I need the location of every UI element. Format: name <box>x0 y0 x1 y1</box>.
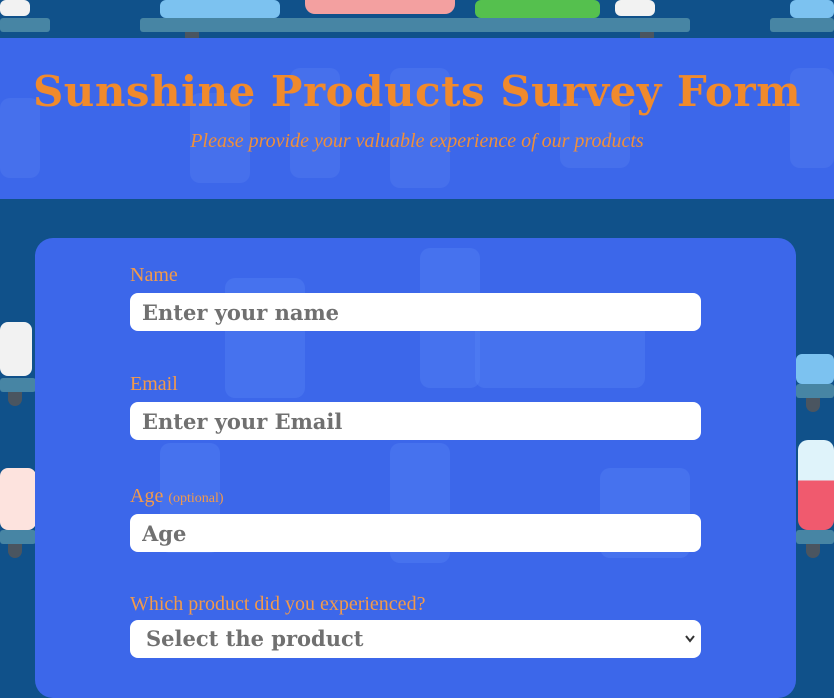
product-field-group: Which product did you experienced? Selec… <box>130 593 701 658</box>
optional-hint: (optional) <box>168 491 224 506</box>
hand-soap-image <box>798 440 834 530</box>
name-input[interactable] <box>130 293 701 331</box>
survey-form: Name Email Age (optional) Which product … <box>35 238 796 698</box>
shelf <box>0 18 50 32</box>
email-field-group: Email <box>130 373 701 440</box>
toothpaste-image <box>790 0 834 18</box>
shelf-leg <box>806 398 820 412</box>
age-label-row: Age (optional) <box>130 485 701 508</box>
survey-header: Sunshine Products Survey Form Please pro… <box>0 38 834 199</box>
product-label: Which product did you experienced? <box>130 593 426 615</box>
soap-image <box>475 0 600 18</box>
shelf-leg <box>8 544 22 558</box>
email-label: Email <box>130 373 178 395</box>
age-field-group: Age (optional) <box>130 485 701 552</box>
shelf <box>0 530 36 544</box>
email-input[interactable] <box>130 402 701 440</box>
name-label: Name <box>130 264 178 286</box>
toothpaste-image <box>160 0 280 18</box>
shelf-leg <box>8 392 22 406</box>
shelf <box>796 384 834 398</box>
toilet-paper-image <box>0 468 36 530</box>
shelf <box>770 18 834 32</box>
toothbrush-image <box>305 0 455 14</box>
chevron-down-icon <box>685 620 695 674</box>
page-subtitle: Please provide your valuable experience … <box>190 130 644 152</box>
page-title: Sunshine Products Survey Form <box>32 67 802 116</box>
toothpaste-image <box>796 354 834 384</box>
shelf <box>796 530 834 544</box>
shelf <box>0 378 36 392</box>
floss-image <box>0 322 32 376</box>
floss-image <box>0 0 30 16</box>
name-field-group: Name <box>130 264 701 331</box>
age-input[interactable] <box>130 514 701 552</box>
product-select-value: Select the product <box>146 626 364 651</box>
shelf-leg <box>806 544 820 558</box>
floss-image <box>615 0 655 16</box>
age-label: Age <box>130 485 164 507</box>
product-select[interactable]: Select the product <box>130 620 701 658</box>
shelf <box>140 18 690 32</box>
